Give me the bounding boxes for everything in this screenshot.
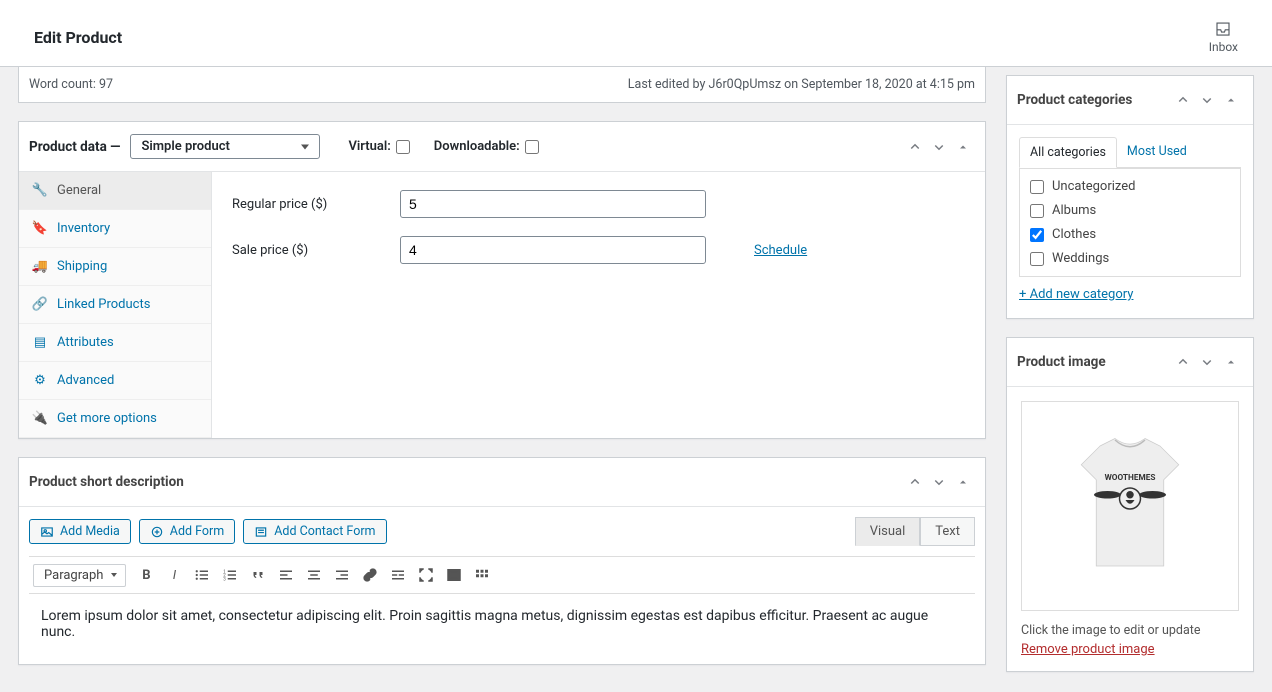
bullet-list-button[interactable]: [188, 561, 216, 589]
product-image-title: Product image: [1017, 354, 1106, 370]
align-left-button[interactable]: [272, 561, 300, 589]
svg-text:WOOTHEMES: WOOTHEMES: [1105, 473, 1156, 483]
media-icon: [40, 525, 54, 539]
truck-icon: 🚚: [33, 260, 47, 274]
cat-tab-most-used[interactable]: Most Used: [1117, 137, 1197, 167]
visual-tab[interactable]: Visual: [855, 517, 921, 546]
tab-more-options[interactable]: 🔌Get more options: [19, 400, 211, 438]
schedule-link[interactable]: Schedule: [754, 243, 807, 258]
plug-icon: 🔌: [33, 412, 47, 426]
regular-price-label: Regular price ($): [232, 197, 352, 212]
panel-toggle-icon[interactable]: [951, 470, 975, 494]
cat-albums[interactable]: Albums: [1030, 203, 1230, 218]
tshirt-icon: WOOTHEMES: [1055, 421, 1205, 591]
editor-statusbar: Word count: 97 Last edited by J6r0QpUmsz…: [18, 67, 986, 103]
product-categories-panel: Product categories All categories Most U…: [1006, 75, 1254, 319]
product-type-select[interactable]: Simple product: [130, 134, 320, 159]
add-media-button[interactable]: Add Media: [29, 519, 131, 544]
tab-shipping[interactable]: 🚚Shipping: [19, 248, 211, 286]
cat-clothes[interactable]: Clothes: [1030, 227, 1230, 242]
panel-down-icon[interactable]: [927, 470, 951, 494]
distraction-free-button[interactable]: [440, 561, 468, 589]
gear-icon: ⚙: [33, 374, 47, 388]
product-image-hint: Click the image to edit or update: [1021, 611, 1239, 642]
tab-general[interactable]: 🔧General: [19, 172, 211, 210]
text-tab[interactable]: Text: [920, 517, 975, 546]
downloadable-checkbox[interactable]: Downloadable:: [434, 139, 539, 154]
short-desc-title: Product short description: [29, 474, 184, 490]
cat-weddings[interactable]: Weddings: [1030, 251, 1230, 266]
align-center-button[interactable]: [300, 561, 328, 589]
word-count: Word count: 97: [29, 77, 113, 92]
toolbar-toggle-button[interactable]: [468, 561, 496, 589]
fullscreen-button[interactable]: [412, 561, 440, 589]
panel-toggle-icon[interactable]: [1219, 350, 1243, 374]
inbox-button[interactable]: Inbox: [1209, 20, 1238, 54]
product-image-panel: Product image WOOTHEMES: [1006, 337, 1254, 672]
remove-product-image-link[interactable]: Remove product image: [1021, 642, 1239, 657]
tab-inventory[interactable]: 🔖Inventory: [19, 210, 211, 248]
cat-tab-all[interactable]: All categories: [1019, 137, 1117, 168]
svg-text:3: 3: [224, 576, 227, 582]
product-image-thumbnail[interactable]: WOOTHEMES: [1021, 401, 1239, 611]
numbered-list-button[interactable]: 123: [216, 561, 244, 589]
panel-toggle-icon[interactable]: [951, 135, 975, 159]
page-title: Edit Product: [34, 28, 122, 47]
add-form-button[interactable]: Add Form: [139, 519, 235, 544]
wrench-icon: 🔧: [33, 184, 47, 198]
regular-price-input[interactable]: [400, 190, 706, 218]
add-contact-form-button[interactable]: Add Contact Form: [243, 519, 386, 544]
format-select[interactable]: Paragraph: [33, 564, 126, 587]
inbox-icon: [1214, 20, 1232, 38]
inbox-label: Inbox: [1209, 40, 1238, 54]
list-icon: ▤: [33, 336, 47, 350]
panel-up-icon[interactable]: [1171, 350, 1195, 374]
panel-up-icon[interactable]: [1171, 88, 1195, 112]
sale-price-input[interactable]: [400, 236, 706, 264]
product-data-title: Product data —: [29, 139, 120, 155]
panel-up-icon[interactable]: [903, 470, 927, 494]
align-right-button[interactable]: [328, 561, 356, 589]
panel-toggle-icon[interactable]: [1219, 88, 1243, 112]
link-button[interactable]: [356, 561, 384, 589]
panel-down-icon[interactable]: [927, 135, 951, 159]
tab-advanced[interactable]: ⚙Advanced: [19, 362, 211, 400]
product-data-panel: Product data — Simple product Virtual: D…: [18, 121, 986, 439]
short-desc-editor[interactable]: Lorem ipsum dolor sit amet, consectetur …: [29, 594, 975, 654]
italic-button[interactable]: I: [160, 561, 188, 589]
tag-icon: 🔖: [33, 222, 47, 236]
contact-form-icon: [254, 525, 268, 539]
panel-down-icon[interactable]: [1195, 88, 1219, 112]
tab-attributes[interactable]: ▤Attributes: [19, 324, 211, 362]
panel-up-icon[interactable]: [903, 135, 927, 159]
short-description-panel: Product short description Add Media Add …: [18, 457, 986, 665]
quote-button[interactable]: [244, 561, 272, 589]
panel-down-icon[interactable]: [1195, 350, 1219, 374]
form-icon: [150, 525, 164, 539]
last-edited: Last edited by J6r0QpUmsz on September 1…: [628, 77, 975, 92]
sale-price-label: Sale price ($): [232, 243, 352, 258]
add-new-category-link[interactable]: + Add new category: [1019, 277, 1241, 306]
cat-uncategorized[interactable]: Uncategorized: [1030, 179, 1230, 194]
tab-linked-products[interactable]: 🔗Linked Products: [19, 286, 211, 324]
virtual-checkbox[interactable]: Virtual:: [348, 139, 409, 154]
more-button[interactable]: [384, 561, 412, 589]
categories-title: Product categories: [1017, 92, 1132, 108]
link-icon: 🔗: [33, 298, 47, 312]
bold-button[interactable]: B: [132, 561, 160, 589]
